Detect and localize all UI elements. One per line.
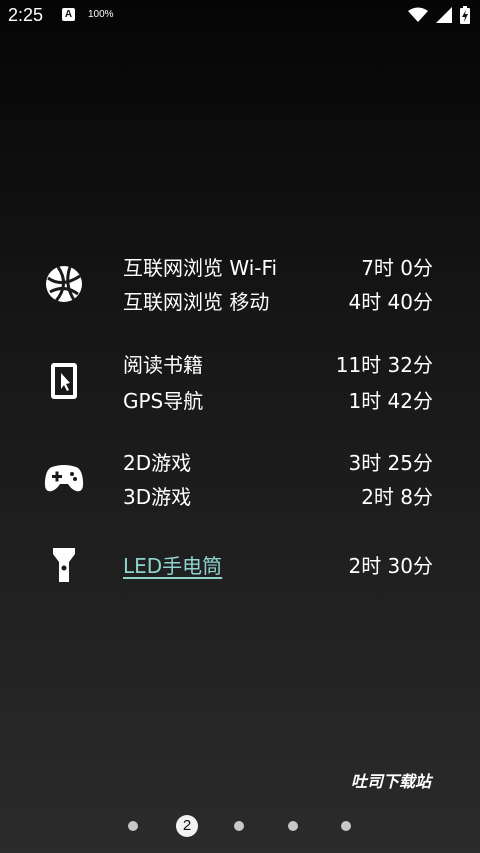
usage-value-reading: 11时 32分 [335,353,433,377]
usage-label-gps: GPS导航 [123,389,204,413]
gamepad-icon [40,455,88,503]
status-bar: 2:25 A 100% [0,0,480,34]
usage-value-internet-mobile: 4时 40分 [348,290,433,314]
page-dot-3[interactable] [234,821,244,831]
page-dot-4[interactable] [288,821,298,831]
usage-value-2d-games: 3时 25分 [348,451,433,475]
usage-value-gps: 1时 42分 [348,389,433,413]
watermark-text: 吐司下载站 [350,772,431,791]
usage-label-2d-games: 2D游戏 [123,451,192,475]
status-icons [408,6,470,24]
usage-label-3d-games: 3D游戏 [123,485,192,509]
globe-icon [40,260,88,308]
usage-label-internet-wifi: 互联网浏览 Wi-Fi [123,256,278,280]
a-icon: A [62,8,75,21]
page-indicator: 2 [0,814,480,838]
wifi-icon [408,7,428,23]
flashlight-link[interactable]: LED手电筒 [123,553,222,579]
flashlight-icon [40,541,88,589]
usage-value-3d-games: 2时 8分 [361,485,433,509]
page-dot-1[interactable] [128,821,138,831]
battery-percent: 100% [88,9,114,20]
usage-label-reading: 阅读书籍 [123,353,203,377]
usage-value-internet-wifi: 7时 0分 [361,256,433,280]
signal-icon [436,7,452,23]
page-dot-current[interactable]: 2 [176,815,198,837]
battery-charging-icon [460,6,470,24]
status-time: 2:25 [8,5,44,25]
page-dot-5[interactable] [341,821,351,831]
usage-label-internet-mobile: 互联网浏览 移动 [123,290,270,314]
tablet-touch-icon [40,357,88,405]
usage-value-flashlight: 2时 30分 [348,554,433,578]
